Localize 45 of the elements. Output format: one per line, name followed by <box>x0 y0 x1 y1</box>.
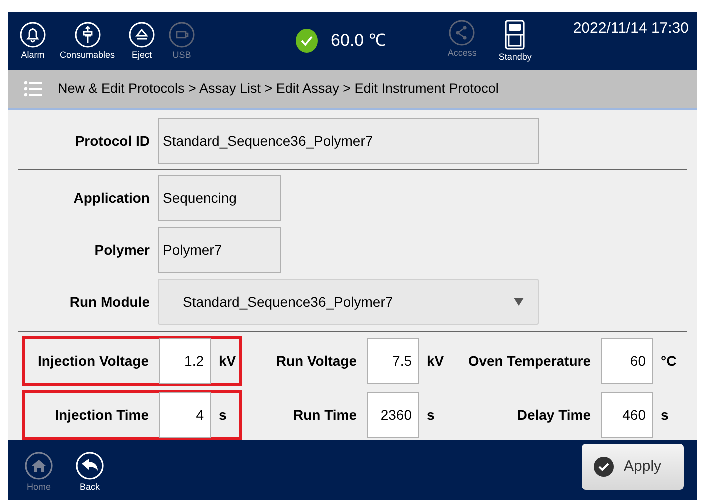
usb-drive-icon <box>169 22 196 48</box>
read-only-field: Polymer7 <box>158 227 281 273</box>
parameter-input[interactable]: 2360 <box>367 392 419 438</box>
parameter-input[interactable]: 4 <box>159 392 211 438</box>
check-icon <box>594 457 614 477</box>
run-module-dropdown[interactable]: Standard_Sequence36_Polymer7 <box>158 279 539 325</box>
unit-label: s <box>426 406 436 424</box>
home-icon <box>25 452 53 480</box>
apply-button[interactable]: Apply <box>582 444 684 490</box>
parameter-input[interactable]: 7.5 <box>367 338 419 384</box>
field-label: Protocol ID <box>74 132 151 150</box>
read-only-field: Sequencing <box>158 175 281 221</box>
unit-label: °C <box>660 352 678 370</box>
toolbar-button[interactable]: Alarm <box>20 22 46 60</box>
nav-button[interactable]: Back <box>76 452 104 492</box>
unit-label: s <box>660 406 670 424</box>
toolbar-button[interactable]: Standby <box>498 20 532 62</box>
parameter-label: Injection Time <box>54 406 150 425</box>
parameter-input[interactable]: 60 <box>601 338 653 384</box>
temperature-reading: 60.0 ℃ <box>331 30 386 52</box>
toolbar-button[interactable]: Eject <box>129 22 156 60</box>
parameter-label: Delay Time <box>516 406 592 425</box>
parameter-input[interactable]: 1.2 <box>159 338 211 384</box>
unit-label: kV <box>218 352 238 370</box>
field-label: Polymer <box>94 240 151 260</box>
check-icon <box>295 29 320 53</box>
parameter-label: Injection Voltage <box>37 352 150 371</box>
field-label: Run Module <box>68 292 151 312</box>
caret-icon <box>514 298 524 306</box>
menu-icon[interactable] <box>24 81 42 97</box>
bell-icon <box>20 22 46 48</box>
unit-label: s <box>218 406 228 424</box>
protocol-id-field[interactable]: Standard_Sequence36_Polymer7 <box>158 118 539 164</box>
field-label: Application <box>72 188 151 208</box>
instrument-icon <box>505 20 526 50</box>
parameter-input[interactable]: 460 <box>601 392 653 438</box>
unit-label: kV <box>426 352 446 370</box>
date-time: 2022/11/14 17:30 <box>573 19 689 39</box>
toolbar-button[interactable]: Consumables <box>60 22 116 60</box>
share-icon <box>449 20 476 46</box>
parameter-label: Run Time <box>292 406 358 424</box>
eject-icon <box>129 22 156 48</box>
breadcrumb: New & Edit Protocols > Assay List > Edit Assay > Edit Instrument Protocol <box>58 80 499 98</box>
parameter-label: Run Voltage <box>275 352 358 371</box>
parameter-label: Oven Temperature <box>467 352 592 371</box>
